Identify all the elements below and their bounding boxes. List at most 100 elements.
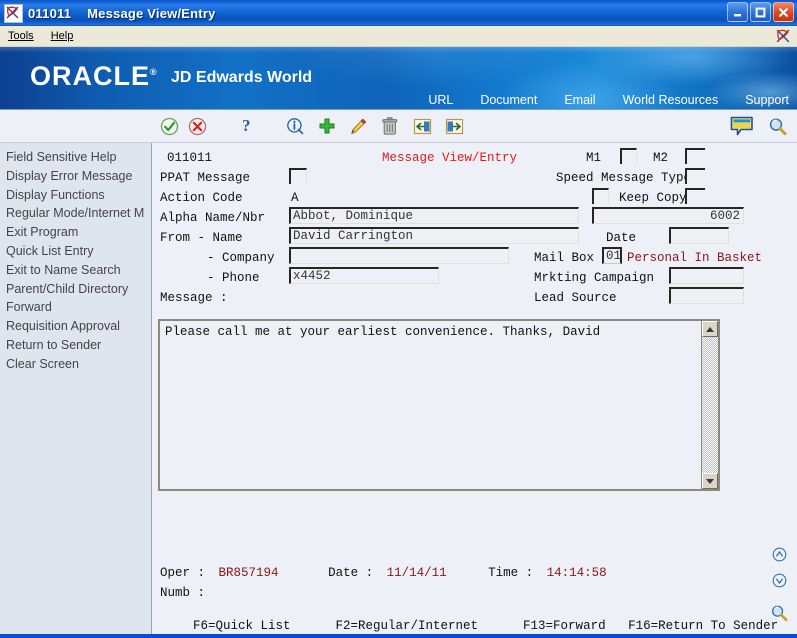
label-date: Date	[606, 231, 637, 245]
status-time-value: 14:14:58	[546, 566, 607, 580]
menu-item-tools-label: Tools	[8, 30, 34, 42]
status-date-label: Date :	[328, 566, 374, 580]
status-time-label: Time :	[488, 566, 534, 580]
oracle-banner: ORACLE® JD Edwards World URL Document Em…	[0, 47, 797, 110]
menu-item-help[interactable]: Help	[51, 26, 74, 46]
status-oper-row: Oper : BR857194 Date : 11/14/11 Time : 1…	[160, 566, 607, 580]
screen-id: 011011	[167, 151, 213, 165]
sidebar-item-clear-screen[interactable]: Clear Screen	[0, 355, 151, 374]
message-scrollbar[interactable]	[701, 321, 718, 489]
menu-item-tools[interactable]: Tools	[8, 26, 34, 46]
label-keep-copy: Keep Copy	[619, 191, 687, 205]
sidebar-item-return-to-sender[interactable]: Return to Sender	[0, 336, 151, 355]
ppat-message-input[interactable]	[289, 168, 307, 184]
status-date-value: 11/14/11	[386, 566, 447, 580]
label-m1: M1	[586, 151, 602, 165]
status-oper-label: Oper :	[160, 566, 206, 580]
info-icon[interactable]	[286, 117, 304, 135]
sidebar-item-exit-program[interactable]: Exit Program	[0, 223, 151, 242]
previous-icon[interactable]	[413, 118, 432, 135]
note-icon[interactable]	[730, 116, 754, 137]
m1-input[interactable]	[620, 148, 637, 164]
help-icon[interactable]: ?	[242, 116, 251, 136]
sidebar-item-field-sensitive-help[interactable]: Field Sensitive Help	[0, 148, 151, 167]
cancel-icon[interactable]	[188, 117, 207, 136]
menu-bar: Tools Help	[0, 26, 797, 47]
label-ppat-message: PPAT Message	[160, 171, 251, 185]
label-from-company: - Company	[207, 251, 275, 265]
sidebar-item-parent-child-directory[interactable]: Parent/Child Directory	[0, 280, 151, 299]
maximize-button[interactable]	[750, 2, 771, 22]
sidebar-item-display-error-message[interactable]: Display Error Message	[0, 167, 151, 186]
label-from-phone: - Phone	[207, 271, 260, 285]
next-icon[interactable]	[445, 118, 464, 135]
message-body-textarea[interactable]: Please call me at your earliest convenie…	[158, 319, 720, 491]
message-body-text: Please call me at your earliest convenie…	[165, 325, 601, 339]
sidebar-menu: Field Sensitive Help Display Error Messa…	[0, 143, 152, 634]
scroll-down-circle-icon[interactable]	[772, 573, 787, 592]
label-message: Message :	[160, 291, 228, 305]
banner-nav-email[interactable]: Email	[564, 93, 595, 107]
keep-copy-input[interactable]	[592, 188, 609, 204]
status-numb-row: Numb :	[160, 586, 211, 600]
window-title-text: Message View/Entry	[87, 5, 216, 21]
search-icon[interactable]	[768, 117, 787, 136]
body-area: Field Sensitive Help Display Error Messa…	[0, 143, 797, 634]
sidebar-item-exit-to-name-search[interactable]: Exit to Name Search	[0, 261, 151, 280]
close-button[interactable]	[773, 2, 794, 22]
alpha-name-input[interactable]: Abbot, Dominique	[289, 207, 579, 224]
from-phone-input[interactable]: x4452	[289, 267, 439, 284]
keep-copy-extra-input[interactable]	[685, 188, 705, 204]
status-numb-label: Numb :	[160, 586, 206, 600]
form-content: 011011 Message View/Entry PPAT Message A…	[152, 143, 797, 634]
oracle-registered-mark: ®	[150, 67, 158, 77]
banner-nav-world-resources[interactable]: World Resources	[623, 93, 719, 107]
screen-title: Message View/Entry	[382, 151, 518, 165]
sidebar-item-quick-list-entry[interactable]: Quick List Entry	[0, 242, 151, 261]
sidebar-item-requisition-approval[interactable]: Requisition Approval	[0, 317, 151, 336]
title-bar: 011011 Message View/Entry	[0, 0, 797, 26]
toolbar-right-group	[730, 110, 787, 142]
speed-message-type-input[interactable]	[685, 168, 705, 184]
window-bottom-border	[0, 634, 797, 638]
label-m2: M2	[653, 151, 669, 165]
m2-input[interactable]	[685, 148, 705, 164]
edit-icon[interactable]	[349, 117, 368, 136]
application-window: 011011 Message View/Entry Tools Help ORAC…	[0, 0, 797, 638]
sidebar-item-forward[interactable]: Forward	[0, 298, 151, 317]
menu-item-help-label: Help	[50, 30, 74, 42]
message-number-field[interactable]: 6002	[592, 207, 744, 224]
mrkting-campaign-input[interactable]	[669, 267, 744, 284]
oracle-brand-text: ORACLE	[30, 61, 150, 91]
banner-nav-url[interactable]: URL	[428, 93, 453, 107]
label-lead-source: Lead Source	[534, 291, 617, 305]
record-nav-icons	[770, 547, 788, 626]
date-input[interactable]	[669, 227, 729, 244]
label-from-name: From - Name	[160, 231, 243, 245]
delete-icon[interactable]	[381, 116, 399, 136]
scroll-up-button[interactable]	[702, 321, 718, 337]
scroll-down-button[interactable]	[702, 473, 718, 489]
sidebar-item-display-functions[interactable]: Display Functions	[0, 186, 151, 205]
window-title: 011011 Message View/Entry	[28, 6, 216, 21]
lead-source-input[interactable]	[669, 287, 744, 304]
mail-box-input[interactable]: 01	[602, 247, 622, 264]
banner-nav-support[interactable]: Support	[745, 93, 789, 107]
label-speed-message-type: Speed Message Type	[556, 171, 692, 185]
minimize-button[interactable]	[727, 2, 748, 22]
scroll-up-circle-icon[interactable]	[772, 547, 787, 566]
function-keys-line: F6=Quick List F2=Regular/Internet F13=Fo…	[193, 619, 779, 633]
toolbar: ?	[0, 110, 797, 143]
sidebar-item-regular-mode-internet-mode[interactable]: Regular Mode/Internet M	[0, 204, 151, 223]
from-company-input[interactable]	[289, 247, 509, 264]
label-action-code: Action Code	[160, 191, 243, 205]
action-code-value[interactable]: A	[291, 191, 299, 205]
accept-icon[interactable]	[160, 117, 179, 136]
oracle-logo: ORACLE®	[30, 61, 158, 92]
add-icon[interactable]	[318, 117, 336, 135]
from-name-input[interactable]: David Carrington	[289, 227, 579, 244]
product-name: JD Edwards World	[171, 69, 313, 86]
label-mail-box: Mail Box	[534, 251, 595, 265]
banner-nav-document[interactable]: Document	[480, 93, 537, 107]
label-alpha-name-nbr: Alpha Name/Nbr	[160, 211, 266, 225]
